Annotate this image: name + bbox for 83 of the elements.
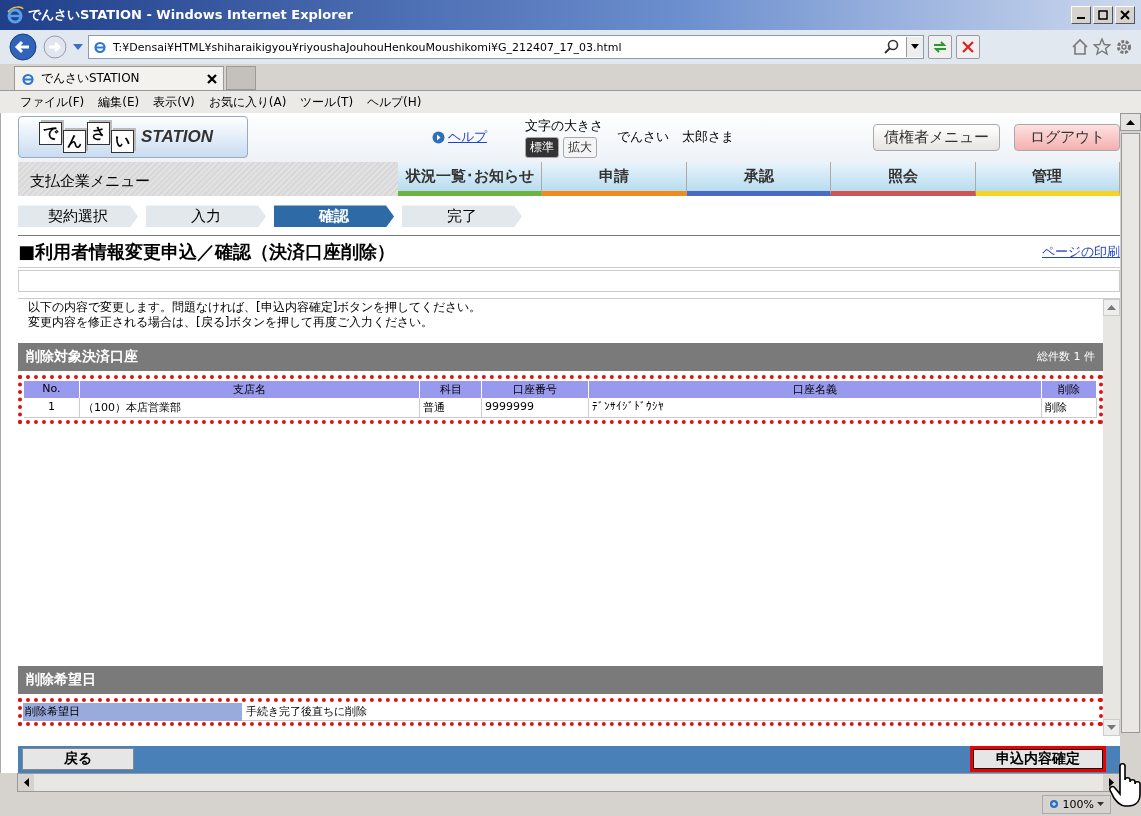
field-value: 手続き完了後直ちに削除 bbox=[242, 702, 1098, 721]
column-header: 口座名義 bbox=[589, 380, 1042, 398]
window-title: でんさいSTATION - Windows Internet Explorer bbox=[28, 6, 353, 24]
scrollbar[interactable] bbox=[17, 773, 1120, 792]
zoom-icon bbox=[1048, 798, 1060, 810]
refresh-icon bbox=[932, 40, 948, 54]
text-size-label: 文字の大きさ bbox=[525, 116, 603, 135]
browser-logo-icon bbox=[6, 6, 24, 24]
confirm-button[interactable]: 申込内容確定 bbox=[970, 746, 1106, 773]
search-icon[interactable] bbox=[884, 39, 900, 55]
menu-button[interactable]: 債権者メニュー bbox=[873, 123, 1000, 151]
nav-tab[interactable]: 状況一覧･お知らせ bbox=[398, 161, 543, 196]
text-size-button[interactable]: 拡大 bbox=[563, 136, 597, 158]
address-field[interactable]: T:¥Densai¥HTML¥shiharaikigyou¥riyoushaJouhouHenkouMoushikomi¥G_212407_17_03.html bbox=[88, 35, 924, 59]
section-title: 削除対象決済口座 bbox=[26, 347, 138, 366]
nav-tab[interactable]: 照会 bbox=[831, 161, 976, 196]
favorites-star-icon[interactable] bbox=[1093, 38, 1111, 56]
text-size-button[interactable]: 標準 bbox=[525, 136, 559, 158]
help-link[interactable]: ヘルプ bbox=[448, 128, 487, 147]
nav-tab[interactable]: 承認 bbox=[686, 161, 832, 196]
nav-tab[interactable]: 申請 bbox=[542, 161, 687, 196]
scroll-up-icon[interactable] bbox=[1126, 119, 1135, 125]
settings-icon[interactable] bbox=[1115, 38, 1133, 56]
maximize-button[interactable] bbox=[1093, 6, 1113, 24]
menu-title: 支払企業メニュー bbox=[29, 171, 151, 193]
step-indicator: 確認 bbox=[274, 205, 394, 228]
table-cell: 1 bbox=[24, 397, 80, 418]
table-cell: 削除 bbox=[1042, 397, 1097, 418]
dropdown-button[interactable] bbox=[906, 37, 923, 57]
menu-item[interactable]: ツール(T) bbox=[300, 93, 354, 111]
caret-icon bbox=[1097, 801, 1104, 807]
table-cell: 普通 bbox=[420, 397, 482, 418]
menu-item[interactable]: 表示(V) bbox=[153, 93, 195, 111]
page-icon bbox=[21, 71, 35, 86]
close-tab-icon[interactable] bbox=[207, 73, 217, 84]
scroll-down-icon[interactable] bbox=[1107, 724, 1116, 730]
total-count: 総件数 1 件 bbox=[1037, 349, 1095, 365]
back-icon[interactable] bbox=[8, 32, 38, 62]
minimize-button[interactable] bbox=[1071, 6, 1091, 24]
dropdown-icon[interactable] bbox=[72, 42, 84, 52]
close-icon bbox=[1120, 10, 1130, 20]
stop-button[interactable] bbox=[956, 35, 980, 59]
user-name: でんさい 太郎さま bbox=[617, 128, 734, 147]
step-indicator: 完了 bbox=[402, 205, 522, 228]
instruction-text: 以下の内容で変更します。問題なければ、[申込内容確定]ボタンを押してください。 変更内容を修正される場合は、[戻る]ボタンを押して再度ご入力ください。 bbox=[27, 298, 483, 331]
table-cell: ﾃﾞﾝｻｲｼﾞﾄﾞｳｼﾔ bbox=[589, 397, 1042, 418]
column-header: No. bbox=[24, 380, 80, 398]
field-label: 削除希望日 bbox=[23, 702, 242, 721]
menu-item[interactable]: ファイル(F) bbox=[20, 93, 85, 111]
scrollbar[interactable] bbox=[1103, 298, 1120, 736]
step-indicator: 契約選択 bbox=[18, 205, 138, 228]
print-link[interactable]: ページの印刷 bbox=[1042, 242, 1120, 261]
step-indicator: 入力 bbox=[146, 205, 266, 228]
scroll-right-icon[interactable] bbox=[1108, 778, 1114, 787]
table-cell: 9999999 bbox=[482, 397, 589, 418]
column-header: 支店名 bbox=[80, 380, 420, 398]
page-icon bbox=[93, 40, 107, 54]
back-button[interactable]: 戻る bbox=[22, 748, 134, 771]
close-icon bbox=[962, 41, 974, 53]
column-header: 科目 bbox=[420, 380, 482, 398]
minimize-icon bbox=[1077, 17, 1085, 19]
menu-item[interactable]: ヘルプ(H) bbox=[367, 93, 422, 111]
scroll-left-icon[interactable] bbox=[23, 778, 29, 787]
page-title: ■利用者情報変更申込／確認（決済口座削除） bbox=[18, 239, 395, 264]
caret-icon bbox=[911, 44, 919, 50]
menu-item[interactable]: 編集(E) bbox=[98, 93, 140, 111]
section-title: 削除希望日 bbox=[26, 670, 96, 689]
column-header: 削除 bbox=[1042, 380, 1097, 398]
table-cell: （100）本店営業部 bbox=[80, 397, 420, 418]
refresh-button[interactable] bbox=[928, 35, 952, 59]
arrow-circle-icon bbox=[432, 130, 445, 144]
maximize-icon bbox=[1098, 10, 1108, 20]
forward-icon[interactable] bbox=[42, 34, 68, 60]
menu-item[interactable]: お気に入り(A) bbox=[208, 93, 287, 111]
close-button[interactable] bbox=[1115, 6, 1135, 24]
zoom-control[interactable]: 100% bbox=[1041, 794, 1111, 814]
site-logo[interactable]: で ん さ い STATION bbox=[18, 116, 248, 159]
home-icon[interactable] bbox=[1071, 38, 1089, 56]
logout-button[interactable]: ログアウト bbox=[1014, 123, 1120, 151]
scrollbar[interactable] bbox=[1120, 113, 1141, 773]
nav-tab[interactable]: 管理 bbox=[975, 161, 1121, 196]
column-header: 口座番号 bbox=[482, 380, 589, 398]
browser-tab[interactable]: でんさいSTATION bbox=[14, 66, 224, 90]
